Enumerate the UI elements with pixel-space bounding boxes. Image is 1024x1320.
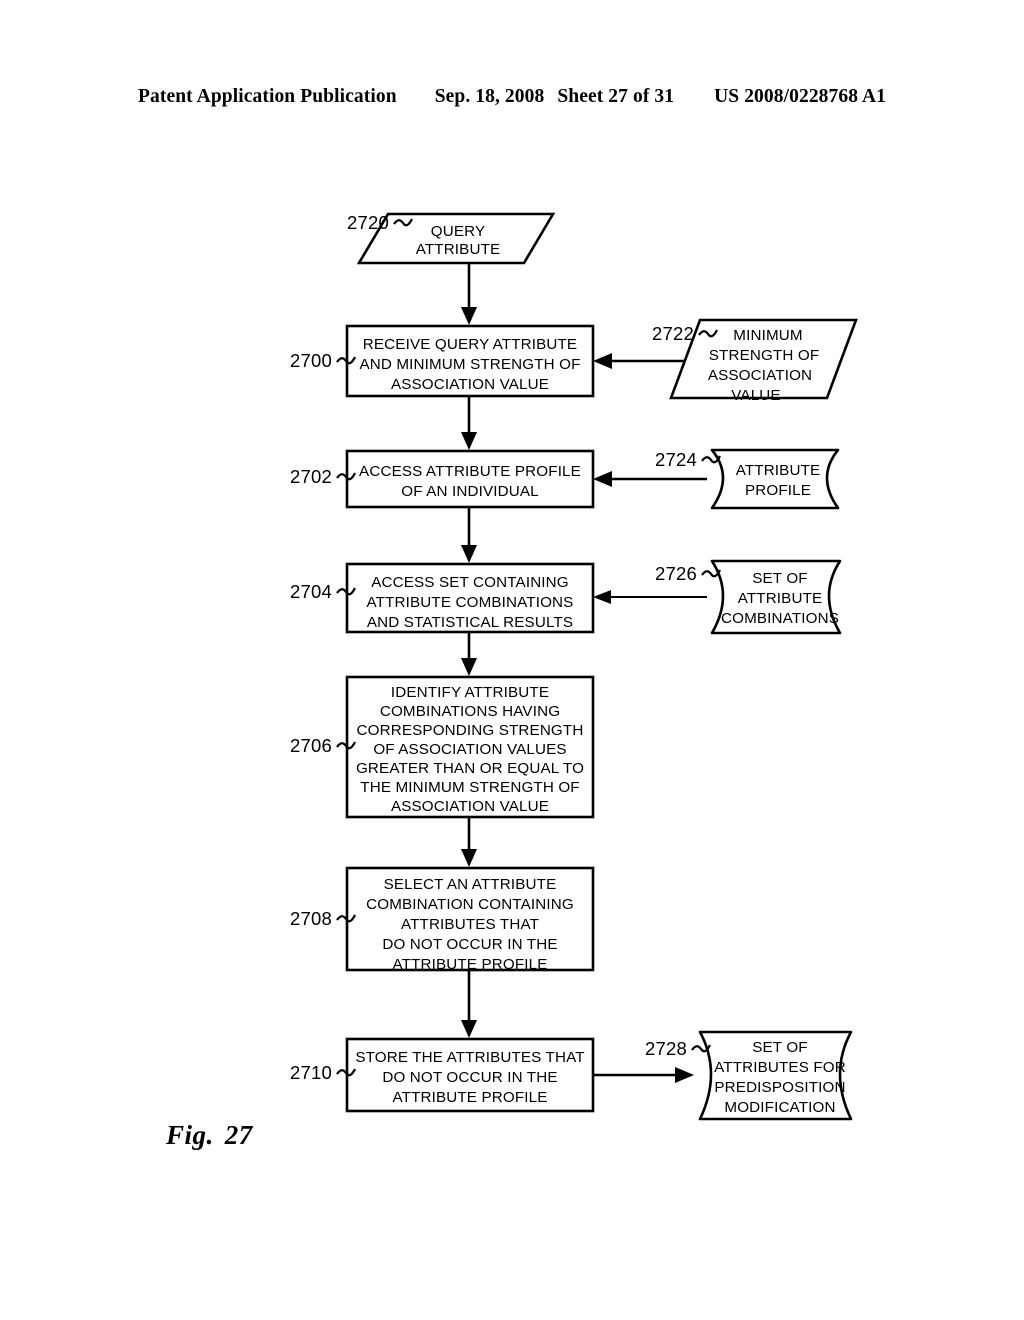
ref-label-2710: 2710 (290, 1062, 332, 1083)
edge-2724-to-2702 (593, 471, 707, 487)
ref-label-2728-group: 2728 (645, 1038, 711, 1059)
node-2700-line-2: ASSOCIATION VALUE (391, 376, 549, 393)
flow-node-2722[interactable]: MINIMUM STRENGTH OF ASSOCIATION VALUE (669, 318, 858, 404)
ref-label-2708-group: 2708 (290, 908, 356, 929)
edge-2722-to-2700 (593, 353, 685, 369)
edge-2704-to-2706 (461, 632, 477, 676)
node-2706-line-0: IDENTIFY ATTRIBUTE (391, 684, 549, 701)
ref-label-2704: 2704 (290, 581, 332, 602)
node-2706-line-2: CORRESPONDING STRENGTH (357, 722, 584, 739)
node-2724-line-1: PROFILE (745, 482, 811, 499)
flow-node-2726[interactable]: SET OF ATTRIBUTE COMBINATIONS (710, 559, 842, 635)
flow-node-2728[interactable]: SET OF ATTRIBUTES FOR PREDISPOSITION MOD… (698, 1030, 853, 1121)
node-2722-line-1: STRENGTH OF (709, 347, 820, 364)
edge-2700-to-2702 (461, 396, 477, 450)
edge-2726-to-2704 (593, 590, 707, 604)
flow-node-2706[interactable]: IDENTIFY ATTRIBUTE COMBINATIONS HAVING C… (345, 675, 595, 819)
edge-2720-to-2700 (461, 263, 477, 325)
ref-label-2724: 2724 (655, 449, 697, 470)
ref-label-2726: 2726 (655, 563, 697, 584)
figure-label: Fig. (166, 1120, 214, 1150)
node-2710-line-0: STORE THE ATTRIBUTES THAT (355, 1049, 584, 1066)
figure-caption: Fig. 27 (166, 1120, 253, 1151)
node-2728-line-0: SET OF (752, 1039, 807, 1056)
node-2726-line-0: SET OF (752, 570, 807, 587)
node-2722-line-2: ASSOCIATION (708, 367, 812, 384)
node-2710-line-2: ATTRIBUTE PROFILE (392, 1089, 547, 1106)
edge-2706-to-2708 (461, 817, 477, 867)
stored-data-shape-2724 (710, 448, 840, 510)
node-2708-line-3: DO NOT OCCUR IN THE (382, 936, 557, 953)
node-2704-line-0: ACCESS SET CONTAINING (371, 574, 569, 591)
node-2728-line-2: PREDISPOSITION (714, 1079, 845, 1096)
ref-label-2702-group: 2702 (290, 466, 356, 487)
node-2704-line-2: AND STATISTICAL RESULTS (367, 614, 573, 631)
flow-node-2710[interactable]: STORE THE ATTRIBUTES THAT DO NOT OCCUR I… (345, 1037, 595, 1113)
node-2722-line-0: MINIMUM (733, 327, 802, 344)
edge-2710-to-2728 (593, 1067, 694, 1083)
node-2710-line-1: DO NOT OCCUR IN THE (382, 1069, 557, 1086)
node-2706-line-6: ASSOCIATION VALUE (391, 798, 549, 815)
ref-label-2724-group: 2724 (655, 449, 721, 470)
node-2728-line-1: ATTRIBUTES FOR (714, 1059, 846, 1076)
ref-label-2704-group: 2704 (290, 581, 356, 602)
ref-label-2706: 2706 (290, 735, 332, 756)
node-2726-line-1: ATTRIBUTE (738, 590, 823, 607)
figure-number: 27 (224, 1120, 253, 1150)
ref-label-2710-group: 2710 (290, 1062, 356, 1083)
node-2726-line-2: COMBINATIONS (721, 610, 839, 627)
node-2706-line-4: GREATER THAN OR EQUAL TO (356, 760, 584, 777)
flow-node-2724[interactable]: ATTRIBUTE PROFILE (710, 448, 840, 510)
node-2722-line-3: VALUE (731, 387, 780, 404)
node-2704-line-1: ATTRIBUTE COMBINATIONS (367, 594, 574, 611)
node-2702-line-0: ACCESS ATTRIBUTE PROFILE (359, 463, 581, 480)
ref-label-2708: 2708 (290, 908, 332, 929)
ref-label-2700: 2700 (290, 350, 332, 371)
node-2706-line-1: COMBINATIONS HAVING (380, 703, 560, 720)
edge-2708-to-2710 (461, 970, 477, 1038)
node-2724-line-0: ATTRIBUTE (736, 462, 821, 479)
ref-label-2702: 2702 (290, 466, 332, 487)
flowchart-figure-27: QUERY ATTRIBUTE 2720 RECEIVE QUERY ATTRI… (290, 212, 858, 1121)
node-2708-line-0: SELECT AN ATTRIBUTE (384, 876, 557, 893)
ref-label-2728: 2728 (645, 1038, 687, 1059)
node-2702-line-1: OF AN INDIVIDUAL (401, 483, 538, 500)
node-2720-line-1: ATTRIBUTE (416, 241, 501, 258)
node-2700-line-0: RECEIVE QUERY ATTRIBUTE (363, 336, 577, 353)
node-2708-line-1: COMBINATION CONTAINING (366, 896, 574, 913)
edge-2702-to-2704 (461, 507, 477, 563)
node-2728-line-3: MODIFICATION (724, 1099, 835, 1116)
node-2706-line-3: OF ASSOCIATION VALUES (373, 741, 566, 758)
node-2706-line-5: THE MINIMUM STRENGTH OF (360, 779, 579, 796)
flow-node-2700[interactable]: RECEIVE QUERY ATTRIBUTE AND MINIMUM STRE… (345, 324, 595, 398)
flow-node-2704[interactable]: ACCESS SET CONTAINING ATTRIBUTE COMBINAT… (345, 562, 595, 634)
ref-label-2722: 2722 (652, 323, 694, 344)
flow-node-2708[interactable]: SELECT AN ATTRIBUTE COMBINATION CONTAINI… (345, 866, 595, 973)
node-2708-line-2: ATTRIBUTES THAT (401, 916, 539, 933)
node-2720-line-0: QUERY (431, 223, 486, 240)
ref-label-2720: 2720 (347, 212, 389, 233)
ref-label-2706-group: 2706 (290, 735, 356, 756)
node-2700-line-1: AND MINIMUM STRENGTH OF (359, 356, 580, 373)
ref-label-2726-group: 2726 (655, 563, 721, 584)
flow-node-2702[interactable]: ACCESS ATTRIBUTE PROFILE OF AN INDIVIDUA… (345, 449, 595, 509)
ref-label-2700-group: 2700 (290, 350, 356, 371)
